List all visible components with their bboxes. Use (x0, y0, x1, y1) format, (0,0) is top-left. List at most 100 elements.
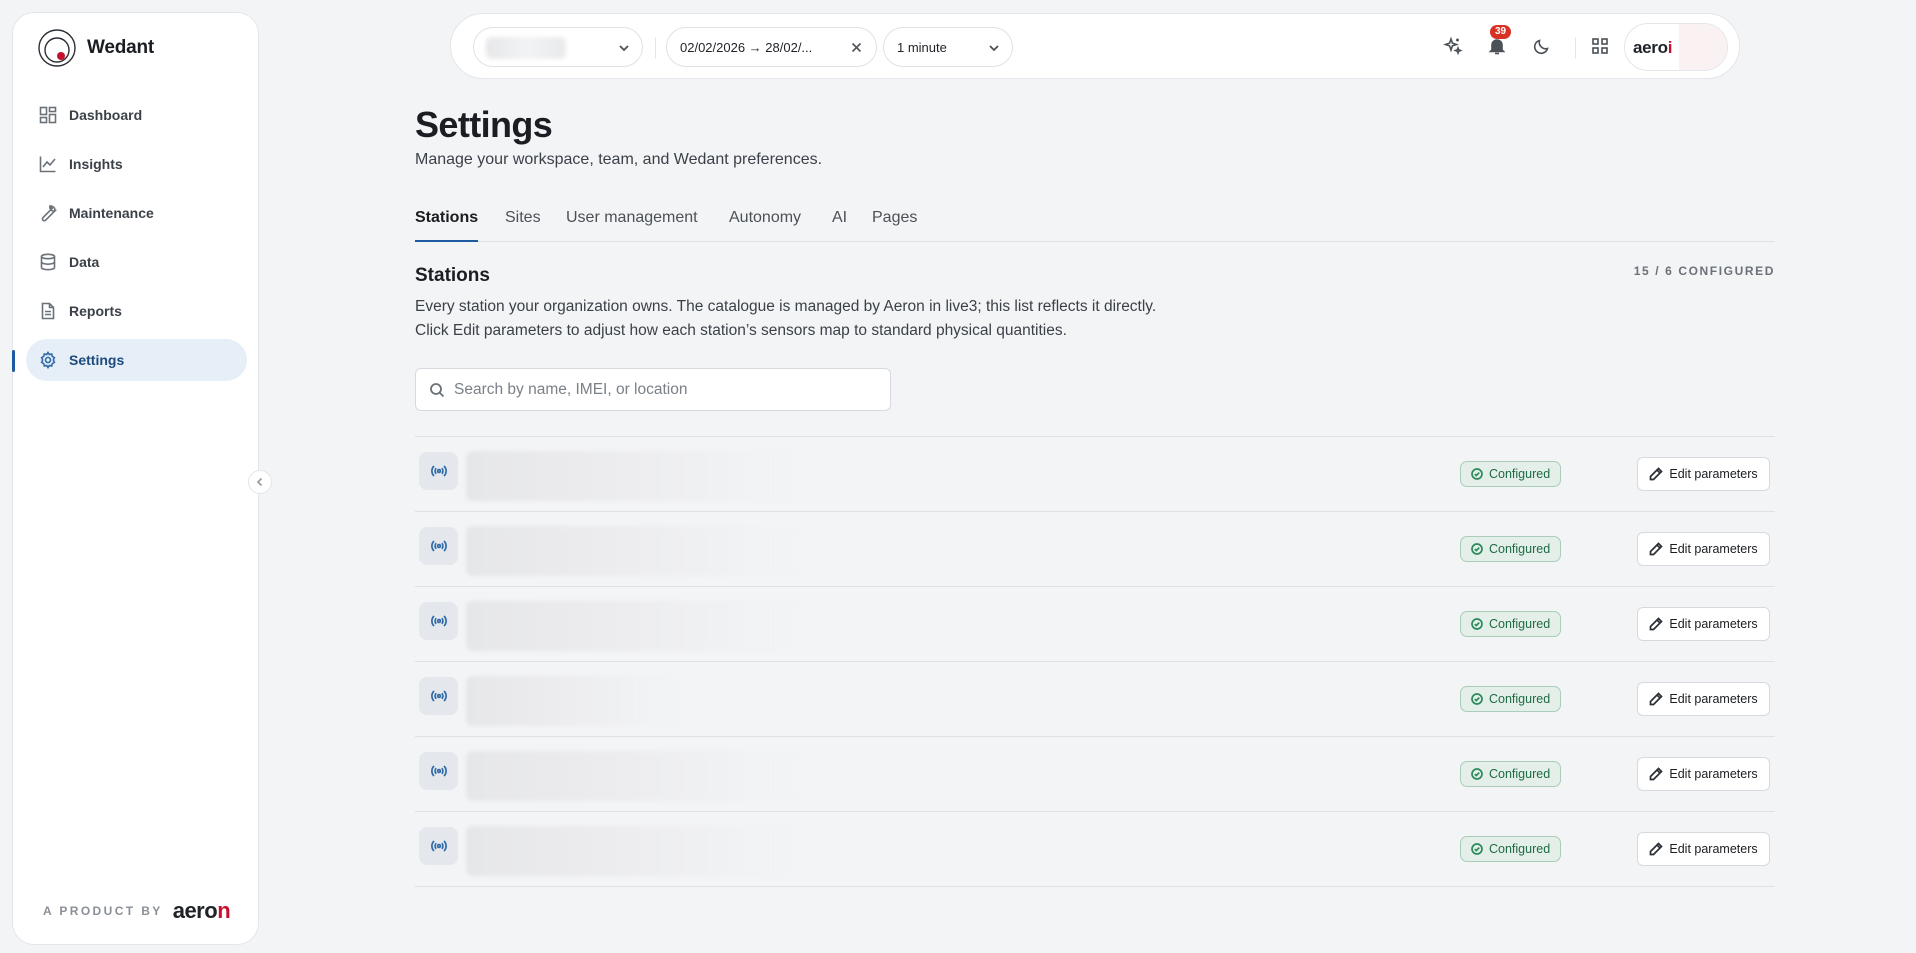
chevron-left-icon (256, 477, 263, 487)
station-search (415, 368, 891, 411)
tab-user-management[interactable]: User management (566, 207, 698, 242)
sidebar-item-reports[interactable]: Reports (26, 290, 247, 332)
status-badge: Configured (1460, 536, 1562, 562)
edit-parameters-label: Edit parameters (1669, 767, 1758, 781)
settings-tabs: Stations Sites User management Autonomy … (415, 207, 1775, 242)
tab-stations[interactable]: Stations (415, 207, 479, 242)
station-row: Configured Edit parameters (415, 662, 1775, 737)
pencil-icon (1650, 467, 1664, 481)
station-icon-tile (419, 527, 458, 565)
search-input[interactable] (454, 369, 884, 410)
product-by-label: A PRODUCT BY (43, 904, 163, 918)
dashboard-icon (39, 106, 57, 124)
chart-line-icon (39, 156, 56, 173)
tab-autonomy[interactable]: Autonomy (729, 207, 801, 242)
sidebar-item-label: Dashboard (69, 107, 143, 123)
edit-parameters-button[interactable]: Edit parameters (1637, 532, 1770, 566)
check-circle-icon (1471, 768, 1483, 780)
radio-signal-icon (430, 840, 447, 852)
sidebar-item-settings[interactable]: Settings (26, 339, 247, 381)
tab-ai[interactable]: AI (832, 207, 847, 242)
pencil-icon (1650, 617, 1664, 631)
radio-signal-icon (430, 765, 447, 777)
sidebar-item-label: Insights (69, 156, 123, 172)
page-subtitle: Manage your workspace, team, and Wedant … (415, 151, 823, 168)
sidebar-item-insights[interactable]: Insights (26, 143, 247, 185)
status-badge: Configured (1460, 761, 1562, 787)
pencil-icon (1650, 692, 1664, 706)
check-circle-icon (1471, 543, 1483, 555)
check-circle-icon (1471, 618, 1483, 630)
tab-sites[interactable]: Sites (505, 207, 541, 242)
configured-count: 15 / 6 CONFIGURED (1633, 264, 1775, 278)
edit-parameters-label: Edit parameters (1669, 542, 1758, 556)
edit-parameters-label: Edit parameters (1669, 467, 1758, 481)
brand[interactable]: Wedant (37, 28, 154, 68)
station-list: Configured Edit parameters Configured Edit … (415, 436, 1775, 887)
edit-parameters-label: Edit parameters (1669, 842, 1758, 856)
check-circle-icon (1471, 843, 1483, 855)
edit-parameters-button[interactable]: Edit parameters (1637, 682, 1770, 716)
aeron-logo: aeron (172, 898, 231, 923)
station-icon-tile (419, 827, 458, 865)
product-by-footer: A PRODUCT BY aeron (43, 898, 231, 924)
edit-parameters-button[interactable]: Edit parameters (1637, 757, 1770, 791)
page-title: Settings (415, 104, 553, 145)
station-name-redacted (466, 601, 806, 651)
edit-parameters-button[interactable]: Edit parameters (1637, 832, 1770, 866)
edit-parameters-label: Edit parameters (1669, 692, 1758, 706)
station-name-redacted (466, 751, 806, 801)
collapse-sidebar-button[interactable] (248, 470, 272, 494)
sidebar: Wedant Dashboard Insights Maintenance Da… (12, 12, 272, 945)
sidebar-item-label: Maintenance (69, 205, 154, 221)
sidebar-item-dashboard[interactable]: Dashboard (26, 94, 247, 136)
database-icon (40, 253, 56, 271)
station-icon-tile (419, 752, 458, 790)
status-badge: Configured (1460, 836, 1562, 862)
document-icon (41, 302, 55, 320)
status-label: Configured (1489, 767, 1551, 781)
pencil-icon (1650, 842, 1664, 856)
wrench-icon (41, 204, 57, 222)
tab-pages[interactable]: Pages (872, 207, 917, 242)
sidebar-item-label: Data (69, 254, 100, 270)
status-label: Configured (1489, 467, 1551, 481)
sidebar-nav: Dashboard Insights Maintenance Data Repo… (26, 94, 247, 388)
status-badge: Configured (1460, 611, 1562, 637)
pencil-icon (1650, 767, 1664, 781)
station-icon-tile (419, 602, 458, 640)
edit-parameters-label: Edit parameters (1669, 617, 1758, 631)
main-content: Settings Manage your workspace, team, an… (415, 0, 1775, 953)
station-icon-tile (419, 677, 458, 715)
pencil-icon (1650, 542, 1664, 556)
station-name-redacted (466, 826, 806, 876)
edit-parameters-button[interactable]: Edit parameters (1637, 607, 1770, 641)
check-circle-icon (1471, 468, 1483, 480)
section-description: Every station your organization owns. Th… (415, 295, 1315, 343)
description-line: Every station your organization owns. Th… (415, 298, 1157, 315)
check-circle-icon (1471, 693, 1483, 705)
wedant-logo-icon (38, 29, 76, 67)
status-label: Configured (1489, 692, 1551, 706)
station-row: Configured Edit parameters (415, 512, 1775, 587)
status-label: Configured (1489, 842, 1551, 856)
status-badge: Configured (1460, 461, 1562, 487)
station-row: Configured Edit parameters (415, 737, 1775, 812)
station-name-redacted (466, 451, 806, 501)
description-line: Click Edit parameters to adjust how each… (415, 322, 1067, 339)
sidebar-item-data[interactable]: Data (26, 241, 247, 283)
sidebar-item-maintenance[interactable]: Maintenance (26, 192, 247, 234)
station-row: Configured Edit parameters (415, 587, 1775, 662)
radio-signal-icon (430, 465, 447, 477)
sidebar-item-label: Reports (69, 303, 122, 319)
station-row: Configured Edit parameters (415, 812, 1775, 887)
section-title: Stations (415, 265, 490, 286)
sidebar-item-label: Settings (69, 352, 125, 368)
edit-parameters-button[interactable]: Edit parameters (1637, 457, 1770, 491)
status-label: Configured (1489, 617, 1551, 631)
station-row: Configured Edit parameters (415, 437, 1775, 512)
station-name-redacted (466, 676, 686, 726)
active-nav-marker (12, 350, 15, 372)
radio-signal-icon (430, 540, 447, 552)
station-name-redacted (466, 526, 806, 576)
